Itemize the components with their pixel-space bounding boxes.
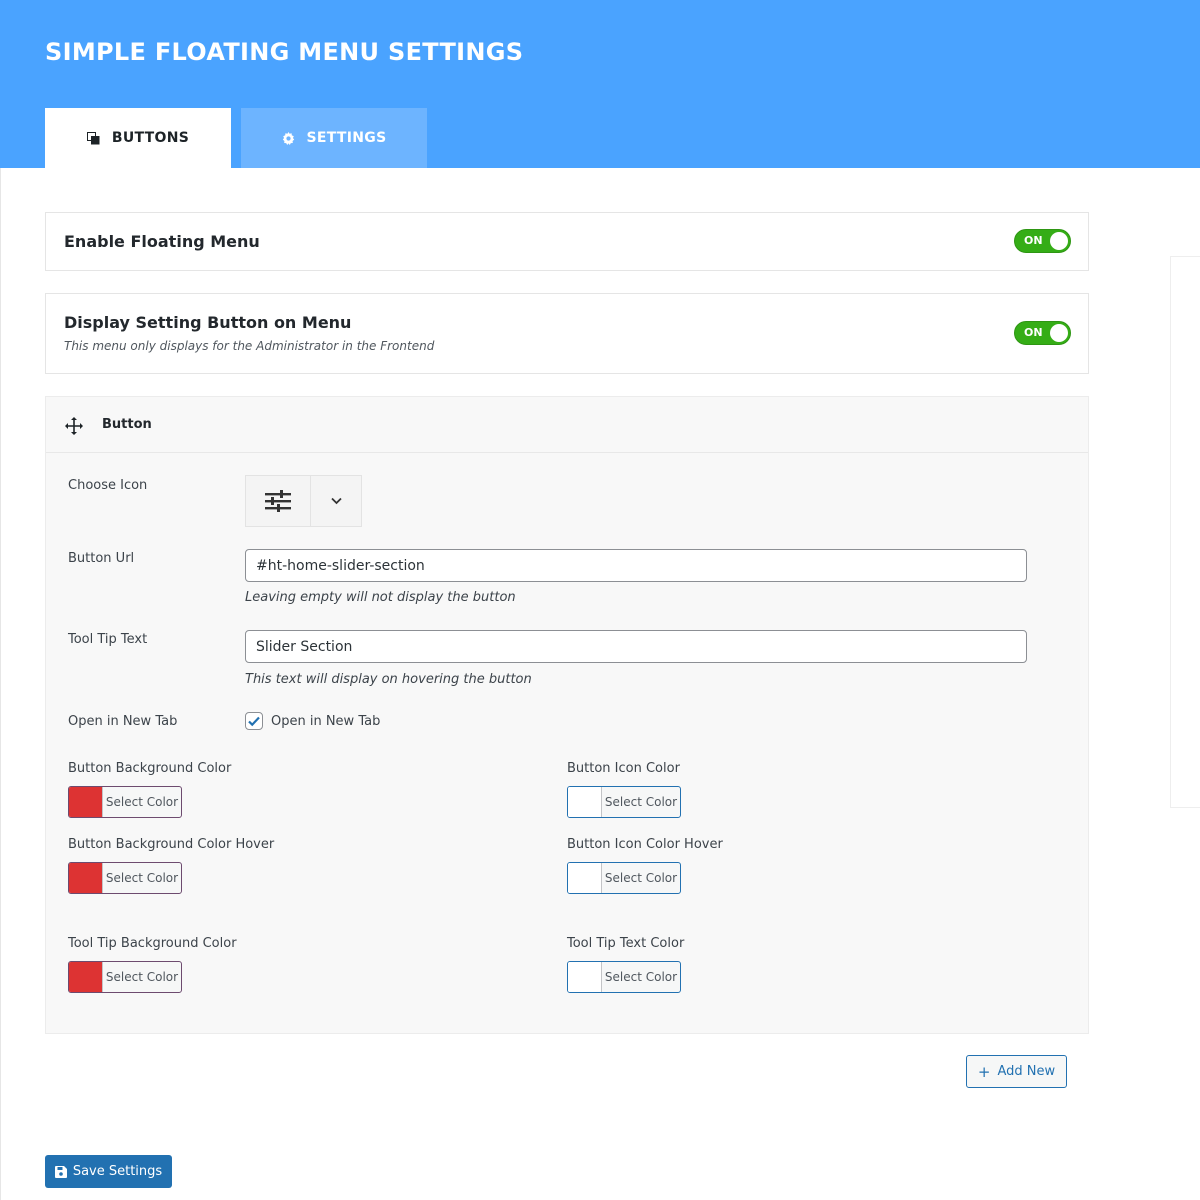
toggle-state-label: ON: [1024, 326, 1043, 339]
enable-floating-menu-toggle[interactable]: ON: [1014, 229, 1071, 253]
side-panel: [1170, 256, 1200, 808]
button-icon-color-label: Button Icon Color: [567, 761, 680, 776]
toggle-knob: [1050, 232, 1068, 250]
save-settings-label: Save Settings: [72, 1164, 163, 1179]
enable-floating-menu-card: Enable Floating Menu ON: [45, 212, 1089, 271]
add-new-button[interactable]: + Add New: [966, 1055, 1067, 1088]
tooltip-bg-color-picker[interactable]: Select Color: [68, 961, 182, 993]
plus-icon: +: [977, 1062, 991, 1081]
button-url-input[interactable]: [245, 549, 1027, 582]
add-new-label: Add New: [997, 1064, 1056, 1079]
button-bg-color-label: Button Background Color: [68, 761, 232, 776]
button-url-hint: Leaving empty will not display the butto…: [245, 590, 516, 605]
display-setting-button-card: Display Setting Button on Menu This menu…: [45, 293, 1089, 374]
button-panel-header: Button: [46, 397, 1088, 453]
select-color-label: Select Color: [604, 970, 678, 984]
page-header: SIMPLE FLOATING MENU SETTINGS BUTTONS SE…: [0, 0, 1200, 168]
button-icon-color-hover-picker[interactable]: Select Color: [567, 862, 681, 894]
button-icon-color-hover-label: Button Icon Color Hover: [567, 837, 723, 852]
chevron-down-icon: [311, 476, 361, 526]
button-bg-color-picker[interactable]: Select Color: [68, 786, 182, 818]
copy-icon: [86, 131, 100, 145]
move-handle-icon[interactable]: [65, 417, 83, 435]
tab-buttons[interactable]: BUTTONS: [45, 108, 231, 168]
button-panel: Button Choose Icon Button Url Leaving em…: [45, 396, 1089, 1034]
tab-settings-label: SETTINGS: [306, 130, 387, 146]
tooltip-bg-color-label: Tool Tip Background Color: [68, 936, 237, 951]
tooltip-text-hint: This text will display on hovering the b…: [245, 672, 532, 687]
open-new-tab-checkbox-label[interactable]: Open in New Tab: [271, 714, 380, 729]
color-swatch: [568, 863, 602, 893]
color-swatch: [69, 863, 103, 893]
button-bg-color-hover-picker[interactable]: Select Color: [68, 862, 182, 894]
page-border: [0, 168, 1, 1200]
tooltip-text-color-picker[interactable]: Select Color: [567, 961, 681, 993]
button-panel-title: Button: [102, 417, 152, 432]
enable-floating-menu-title: Enable Floating Menu: [64, 232, 260, 251]
choose-icon-label: Choose Icon: [68, 478, 148, 493]
color-swatch: [69, 962, 103, 992]
color-swatch: [568, 962, 602, 992]
toggle-knob: [1050, 324, 1068, 342]
display-setting-button-toggle[interactable]: ON: [1014, 321, 1071, 345]
toggle-state-label: ON: [1024, 234, 1043, 247]
sliders-icon: [246, 476, 311, 526]
open-new-tab-checkbox[interactable]: [245, 712, 263, 730]
save-settings-button[interactable]: Save Settings: [45, 1155, 172, 1188]
gear-icon: [282, 131, 295, 145]
button-url-label: Button Url: [68, 551, 135, 566]
icon-picker[interactable]: [245, 475, 362, 527]
button-bg-color-hover-label: Button Background Color Hover: [68, 837, 275, 852]
page-title: SIMPLE FLOATING MENU SETTINGS: [45, 38, 524, 66]
tooltip-text-label: Tool Tip Text: [68, 632, 148, 647]
tab-buttons-label: BUTTONS: [111, 130, 190, 146]
select-color-label: Select Color: [604, 795, 678, 809]
floppy-disk-icon: [54, 1165, 67, 1178]
display-setting-button-title: Display Setting Button on Menu: [64, 313, 352, 332]
open-new-tab-label: Open in New Tab: [68, 714, 178, 729]
select-color-label: Select Color: [105, 871, 179, 885]
tooltip-text-input[interactable]: [245, 630, 1027, 663]
color-swatch: [568, 787, 602, 817]
tab-settings[interactable]: SETTINGS: [241, 108, 427, 168]
tooltip-text-color-label: Tool Tip Text Color: [567, 936, 685, 951]
button-icon-color-picker[interactable]: Select Color: [567, 786, 681, 818]
checkmark-icon: [248, 716, 260, 727]
select-color-label: Select Color: [105, 970, 179, 984]
color-swatch: [69, 787, 103, 817]
select-color-label: Select Color: [604, 871, 678, 885]
display-setting-button-subtitle: This menu only displays for the Administ…: [64, 339, 435, 353]
select-color-label: Select Color: [105, 795, 179, 809]
